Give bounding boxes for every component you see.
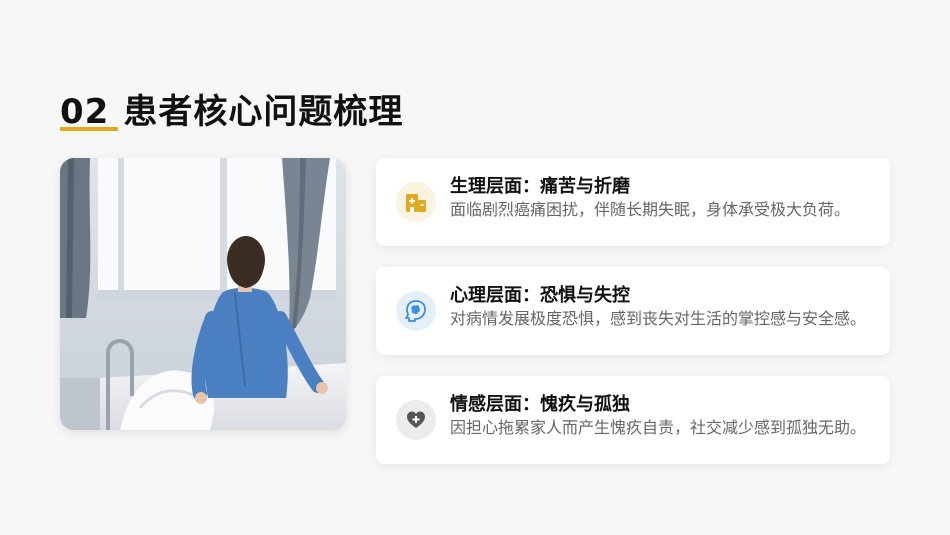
card-psychological: 心理层面：恐惧与失控 对病情发展极度恐惧，感到丧失对生活的掌控感与安全感。 xyxy=(376,267,890,355)
patient-photo xyxy=(60,158,346,430)
card-physical: 生理层面：痛苦与折磨 面临剧烈癌痛困扰，伴随长期失眠，身体承受极大负荷。 xyxy=(376,158,890,246)
card-description: 面临剧烈癌痛困扰，伴随长期失眠，身体承受极大负荷。 xyxy=(450,200,851,219)
card-heading: 情感层面：愧疚与孤独 xyxy=(450,394,630,415)
head-brain-icon xyxy=(396,291,436,331)
title-underline xyxy=(60,127,118,131)
section-title: 患者核心问题梳理 xyxy=(123,92,404,132)
heart-plus-icon xyxy=(396,400,436,440)
section-number: 02 xyxy=(60,92,110,132)
card-heading: 生理层面：痛苦与折磨 xyxy=(450,176,630,197)
card-emotional: 情感层面：愧疚与孤独 因担心拖累家人而产生愧疚自责，社交减少感到孤独无助。 xyxy=(376,376,890,464)
page-title: 02 患者核心问题梳理 xyxy=(60,84,403,133)
hospital-building-icon xyxy=(396,182,436,222)
card-description: 因担心拖累家人而产生愧疚自责，社交减少感到孤独无助。 xyxy=(450,418,867,437)
card-description: 对病情发展极度恐惧，感到丧失对生活的掌控感与安全感。 xyxy=(450,309,867,328)
card-heading: 心理层面：恐惧与失控 xyxy=(450,285,630,306)
